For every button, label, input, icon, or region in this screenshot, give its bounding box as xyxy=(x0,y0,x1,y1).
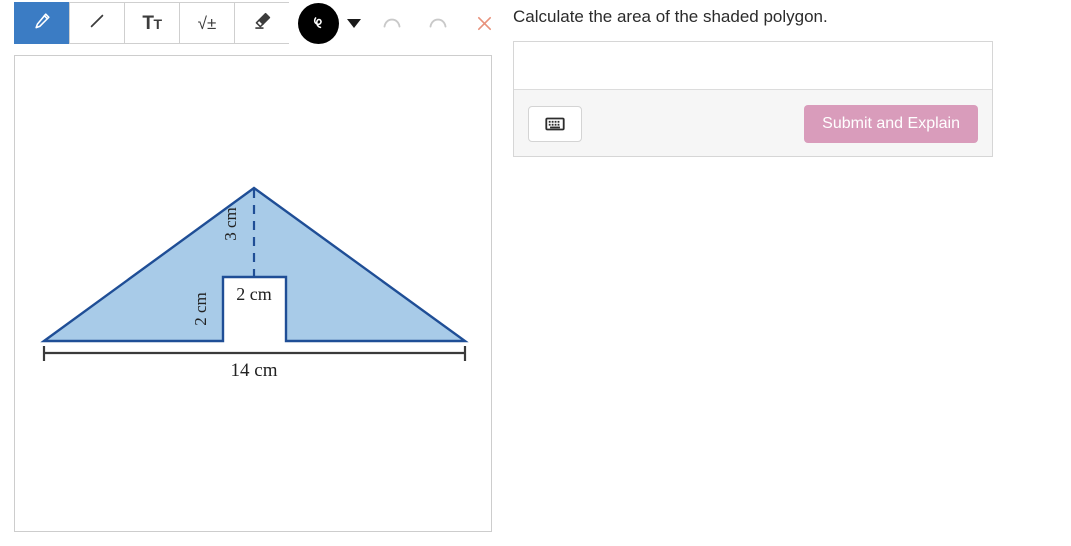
base-label: 14 cm xyxy=(231,360,278,381)
answer-actions-bar: Submit and Explain xyxy=(514,90,992,157)
eraser-tool-button[interactable] xyxy=(234,2,289,44)
math-tool-button[interactable]: √± xyxy=(179,2,234,44)
squiggle-icon xyxy=(313,17,322,29)
question-prompt: Calculate the area of the shaded polygon… xyxy=(513,7,828,26)
answer-input[interactable] xyxy=(514,42,992,90)
redo-icon xyxy=(429,18,447,28)
text-icon: TT xyxy=(142,12,162,34)
text-tool-button[interactable]: TT xyxy=(124,2,179,44)
notch-width-label: 2 cm xyxy=(236,284,272,304)
app-root: TT √± 3 cm 2 cm 2 cm 14 cm Calculate the… xyxy=(0,0,1071,546)
square-root-plus-minus-icon: √± xyxy=(197,13,217,33)
eraser-icon xyxy=(252,10,273,36)
clear-button[interactable] xyxy=(463,2,505,44)
pencil-tool-button[interactable] xyxy=(14,2,69,44)
answer-card: Submit and Explain xyxy=(513,41,993,157)
shaded-polygon-figure: 3 cm 2 cm 2 cm 14 cm xyxy=(40,186,469,381)
undo-button[interactable] xyxy=(371,2,413,44)
redo-button[interactable] xyxy=(417,2,459,44)
line-icon xyxy=(87,11,107,36)
line-tool-button[interactable] xyxy=(69,2,124,44)
drawing-toolbar: TT √± xyxy=(14,2,505,44)
submit-and-explain-button[interactable]: Submit and Explain xyxy=(804,104,978,143)
drawing-canvas[interactable]: 3 cm 2 cm 2 cm 14 cm xyxy=(14,55,492,532)
undo-icon xyxy=(383,18,401,28)
close-icon xyxy=(477,16,491,30)
pencil-icon xyxy=(32,11,52,36)
height-label: 3 cm xyxy=(221,207,240,241)
stroke-style-button[interactable] xyxy=(298,2,339,44)
notch-height-label: 2 cm xyxy=(191,292,210,326)
stroke-style-group xyxy=(298,2,361,44)
keyboard-icon xyxy=(545,117,565,130)
chevron-down-icon[interactable] xyxy=(347,18,361,28)
math-keyboard-button[interactable] xyxy=(528,105,582,142)
